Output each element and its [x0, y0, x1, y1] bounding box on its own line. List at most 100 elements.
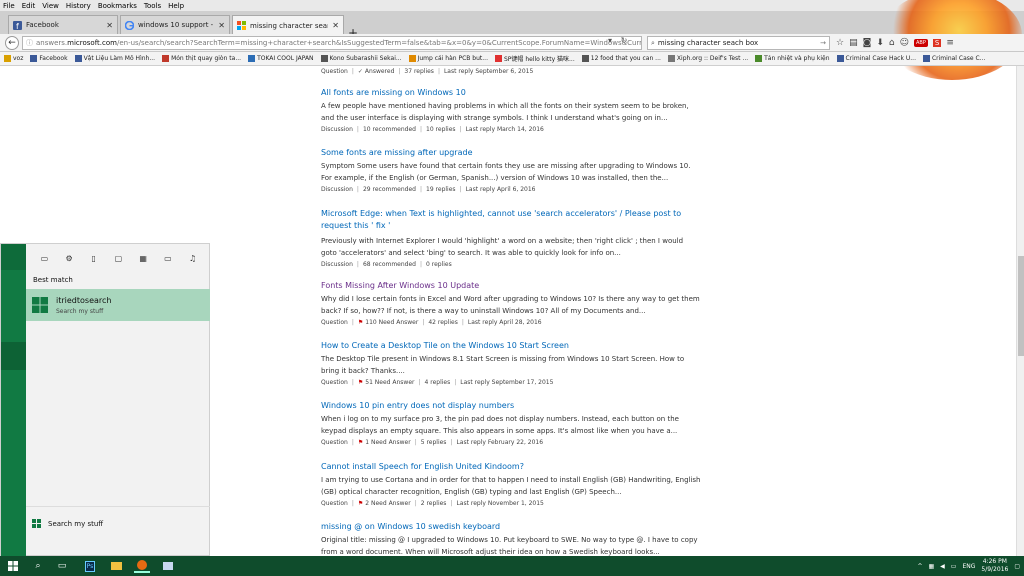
result-item: How to Create a Desktop Tile on the Wind… — [321, 341, 701, 386]
volume-icon[interactable]: ◀ — [940, 563, 945, 570]
flag-icon: ⚑ — [357, 379, 364, 386]
search-filter-row: ▭ ⚙ ▯ ▢ ▦ ▭ ♫ — [26, 244, 211, 272]
tab-windows-support[interactable]: windows 10 support - Tim... ✕ — [120, 15, 230, 34]
tab-missing-character-search[interactable]: missing character search ... ✕ — [232, 15, 344, 35]
folders-filter-icon[interactable]: ▢ — [111, 254, 125, 263]
scrollbar-thumb[interactable] — [1018, 256, 1024, 356]
menu-help[interactable]: Help — [168, 2, 184, 10]
result-description: A few people have mentioned having probl… — [321, 102, 689, 122]
star-icon[interactable]: ☆ — [836, 38, 844, 48]
adblock-icon[interactable]: ABP — [913, 39, 928, 47]
settings-filter-icon[interactable]: ⚙ — [62, 254, 76, 263]
site-icon — [494, 55, 502, 62]
result-title-link[interactable]: Microsoft Edge: when Text is highlighted… — [321, 208, 701, 232]
videos-filter-icon[interactable]: ▭ — [161, 254, 175, 263]
download-icon[interactable]: ⬇ — [876, 38, 884, 48]
site-icon — [581, 55, 589, 62]
close-icon[interactable]: ✕ — [332, 21, 339, 30]
url-bar[interactable]: ⓘ answers. microsoft.com/en-us/search/sea… — [22, 36, 642, 50]
start-search-panel: ▭ ⚙ ▯ ▢ ▦ ▭ ♫ Best match itriedtosearch … — [0, 243, 211, 557]
file-explorer-icon[interactable] — [108, 559, 124, 573]
result-title-link[interactable]: Some fonts are missing after upgrade — [321, 148, 701, 157]
pocket-icon[interactable]: ◙ — [863, 38, 872, 48]
bookmark-item[interactable]: Jump cái hàn PCB but... — [408, 55, 488, 62]
menu-tools[interactable]: Tools — [144, 2, 161, 10]
bookmark-item[interactable]: Xiph.org :: Deif's Test ... — [667, 55, 748, 62]
site-icon — [667, 55, 675, 62]
flag-icon: ⚑ — [357, 319, 364, 326]
result-title-link[interactable]: How to Create a Desktop Tile on the Wind… — [321, 341, 701, 350]
firefox-icon[interactable] — [134, 559, 150, 573]
close-icon[interactable]: ✕ — [106, 21, 113, 30]
back-button[interactable]: ← — [5, 36, 19, 50]
search-icon[interactable]: ⌕ — [30, 559, 46, 573]
page-scrollbar[interactable] — [1016, 66, 1024, 556]
home-icon[interactable]: ⌂ — [889, 38, 895, 48]
result-meta: Discussion | 29 recommended | 19 replies | … — [321, 186, 536, 193]
facebook-icon — [30, 55, 38, 62]
start-button[interactable] — [8, 561, 18, 571]
dropdown-icon[interactable]: ▾ — [608, 36, 612, 45]
back-arrow-icon: ← — [8, 38, 16, 48]
language-indicator[interactable]: ENG — [962, 563, 975, 570]
task-view-icon[interactable]: ▭ — [54, 559, 70, 573]
reload-icon[interactable]: ↻ — [621, 36, 628, 45]
bookmark-item[interactable]: SP键帽 hello kitty 猫咪... — [494, 54, 575, 63]
windows-logo-icon — [32, 297, 48, 313]
clock-date: 5/9/2016 — [981, 566, 1009, 573]
bookmark-item[interactable]: Criminal Case C... — [922, 55, 985, 62]
app-icon[interactable] — [160, 559, 176, 573]
menu-history[interactable]: History — [66, 2, 91, 10]
photoshop-icon[interactable]: Ps — [82, 559, 98, 573]
search-bar[interactable]: ⌕ missing character seach box → — [647, 36, 830, 50]
bookmark-item[interactable]: Facebook — [30, 55, 68, 62]
bookmark-item[interactable]: voz — [4, 55, 23, 62]
result-item: All fonts are missing on Windows 10 A fe… — [321, 88, 701, 133]
bookmark-item[interactable]: Kono Subarashii Sekai... — [320, 55, 402, 62]
battery-icon[interactable]: ▭ — [951, 563, 957, 570]
result-title-link[interactable]: Windows 10 pin entry does not display nu… — [321, 401, 701, 410]
result-meta: Discussion | 68 recommended | 0 replies — [321, 261, 452, 268]
menu-edit[interactable]: Edit — [22, 2, 36, 10]
documents-filter-icon[interactable]: ▯ — [87, 254, 101, 263]
url-prefix: answers. — [36, 39, 68, 47]
close-icon[interactable]: ✕ — [218, 21, 225, 30]
menu-view[interactable]: View — [42, 2, 59, 10]
search-my-stuff-button[interactable]: Search my stuff — [32, 519, 103, 528]
tab-title: Facebook — [26, 21, 59, 29]
bookmark-item[interactable]: Món thịt quay giòn ta... — [162, 55, 241, 62]
search-go-icon[interactable]: → — [820, 39, 826, 47]
result-title-link[interactable]: Fonts Missing After Windows 10 Update — [321, 281, 701, 290]
reading-list-icon[interactable]: ▤ — [849, 38, 858, 48]
checkmark-icon: ✓ — [357, 68, 363, 75]
apps-filter-icon[interactable]: ▭ — [37, 254, 51, 263]
result-meta: Question | ✓ Answered | 37 replies | Last re… — [321, 68, 534, 75]
emoji-icon[interactable]: ☺ — [900, 38, 909, 48]
best-match-item[interactable]: itriedtosearch Search my stuff — [26, 289, 210, 321]
result-item: Cannot install Speech for English United… — [321, 462, 701, 507]
google-icon — [125, 20, 134, 30]
bookmark-item[interactable]: 12 food that you can ... — [581, 55, 661, 62]
network-icon[interactable]: ▦ — [928, 563, 934, 570]
notifications-icon[interactable]: ▢ — [1014, 563, 1020, 570]
result-title-link[interactable]: missing @ on Windows 10 swedish keyboard — [321, 522, 701, 531]
bookmark-item[interactable]: TOKAI COOL JAPAN — [248, 55, 314, 62]
menu-file[interactable]: File — [3, 2, 15, 10]
extension-s-icon[interactable]: S — [932, 39, 942, 47]
clock[interactable]: 4:26 PM 5/9/2016 — [981, 558, 1008, 574]
tab-facebook[interactable]: f Facebook ✕ — [8, 15, 118, 34]
result-item: missing @ on Windows 10 swedish keyboard… — [321, 522, 701, 556]
result-title-link[interactable]: All fonts are missing on Windows 10 — [321, 88, 701, 97]
menu-bookmarks[interactable]: Bookmarks — [98, 2, 137, 10]
music-filter-icon[interactable]: ♫ — [186, 254, 200, 263]
result-title-link[interactable]: Cannot install Speech for English United… — [321, 462, 701, 471]
photos-filter-icon[interactable]: ▦ — [136, 254, 150, 263]
bookmark-item[interactable]: Tản nhiệt và phụ kiện — [755, 55, 830, 62]
bookmark-item[interactable]: Vật Liệu Làm Mô Hình... — [74, 55, 155, 62]
result-meta: Question | ⚑ 2 Need Answer | 2 replies | Las… — [321, 500, 544, 507]
chevron-up-icon[interactable]: ^ — [917, 563, 922, 570]
bookmark-item[interactable]: Criminal Case Hack U... — [836, 55, 916, 62]
site-icon — [408, 55, 416, 62]
toolbar-icons: ☆ ▤ ◙ ⬇ ⌂ ☺ ABP S ≡ — [836, 36, 954, 50]
menu-icon[interactable]: ≡ — [946, 38, 954, 48]
